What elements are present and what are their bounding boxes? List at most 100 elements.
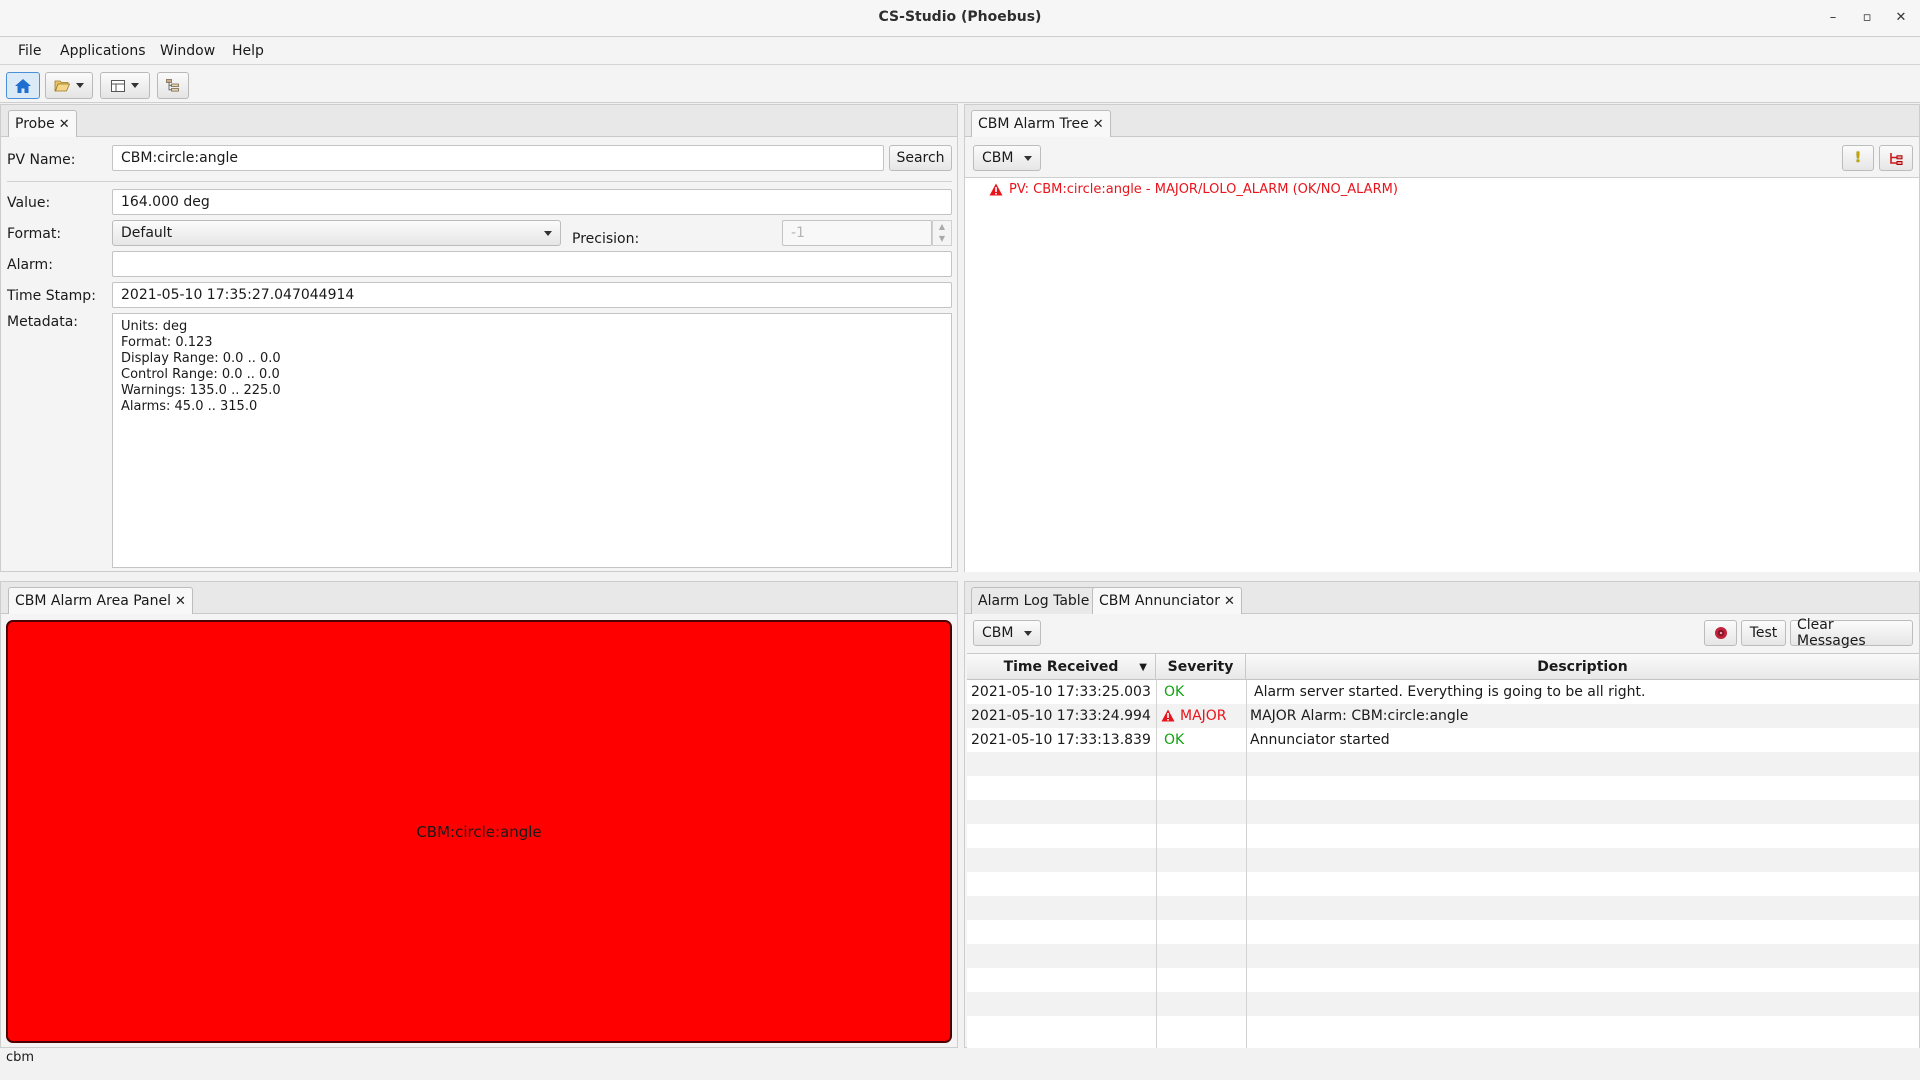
tab-label: CBM Alarm Area Panel xyxy=(15,593,171,609)
chevron-down-icon xyxy=(131,83,139,88)
close-icon[interactable]: ✕ xyxy=(1224,594,1235,609)
menu-bar: File Applications Window Help xyxy=(0,38,1920,65)
format-label: Format: xyxy=(7,226,62,242)
layout-menu-button[interactable] xyxy=(100,72,150,99)
chevron-down-icon xyxy=(1024,155,1032,161)
metadata-textarea[interactable]: Units: deg Format: 0.123 Display Range: … xyxy=(112,313,952,568)
empty-row xyxy=(967,776,1919,800)
metadata-line: Units: deg xyxy=(121,319,188,334)
empty-row xyxy=(967,920,1919,944)
close-icon[interactable]: ✕ xyxy=(59,117,70,132)
column-severity[interactable]: Severity xyxy=(1156,654,1246,680)
alarm-tree-button[interactable] xyxy=(157,72,189,99)
annunciator-tabstrip: Alarm Log Table CBM Annunciator ✕ xyxy=(965,582,1919,614)
metadata-line: Format: 0.123 xyxy=(121,335,213,350)
minimize-button[interactable]: – xyxy=(1822,8,1844,28)
tree-item[interactable]: PV: CBM:circle:angle - MAJOR/LOLO_ALARM … xyxy=(989,182,1398,197)
annunciator-table: Time Received ▼ Severity Description 202… xyxy=(967,653,1919,1048)
empty-row xyxy=(967,800,1919,824)
metadata-line: Control Range: 0.0 .. 0.0 xyxy=(121,367,280,382)
tab-label: CBM Annunciator xyxy=(1099,593,1220,609)
home-button[interactable] xyxy=(6,72,40,99)
config-value: CBM xyxy=(982,150,1014,166)
status-text: cbm xyxy=(6,1050,35,1065)
tab-cbm-alarm-tree[interactable]: CBM Alarm Tree ✕ xyxy=(971,110,1111,137)
empty-row xyxy=(967,824,1919,848)
severity-cell: OK xyxy=(1164,732,1185,748)
time-cell: 2021-05-10 17:33:25.003 xyxy=(971,684,1151,700)
precision-input[interactable]: -1 xyxy=(782,220,932,246)
timestamp-field[interactable]: 2021-05-10 17:35:27.047044914 xyxy=(112,282,952,308)
empty-row xyxy=(967,872,1919,896)
alarm-tree-tabstrip: CBM Alarm Tree ✕ xyxy=(965,105,1919,137)
search-button[interactable]: Search xyxy=(889,145,952,171)
empty-row xyxy=(967,944,1919,968)
tab-label: CBM Alarm Tree xyxy=(978,116,1089,132)
open-menu-button[interactable] xyxy=(45,72,93,99)
close-icon[interactable]: ✕ xyxy=(175,594,186,609)
chevron-down-icon xyxy=(1024,630,1032,636)
show-active-alarms-button[interactable]: ! xyxy=(1842,145,1874,171)
tab-label: Probe xyxy=(15,116,55,132)
close-icon[interactable]: ✕ xyxy=(1093,117,1104,132)
time-cell: 2021-05-10 17:33:24.994 xyxy=(971,708,1151,724)
severity-cell: MAJOR xyxy=(1180,708,1227,724)
exclamation-icon: ! xyxy=(1854,150,1862,166)
menu-help[interactable]: Help xyxy=(232,43,264,59)
tab-cbm-alarm-area-panel[interactable]: CBM Alarm Area Panel ✕ xyxy=(8,587,193,614)
sort-descending-icon: ▼ xyxy=(1139,661,1147,673)
format-value: Default xyxy=(121,225,173,241)
alarm-area-block[interactable]: CBM:circle:angle xyxy=(6,620,952,1043)
alarm-tree-view: PV: CBM:circle:angle - MAJOR/LOLO_ALARM … xyxy=(965,177,1919,572)
annunciator-config-select[interactable]: CBM xyxy=(973,620,1041,646)
mute-button[interactable] xyxy=(1704,620,1737,646)
metadata-label: Metadata: xyxy=(7,314,79,330)
folder-open-icon xyxy=(54,80,70,92)
test-button[interactable]: Test xyxy=(1741,620,1786,646)
precision-spinner[interactable]: ▲ ▼ xyxy=(932,220,952,246)
warning-triangle-icon xyxy=(989,183,1003,196)
empty-row xyxy=(967,848,1919,872)
empty-row xyxy=(967,992,1919,1016)
alarm-config-select[interactable]: CBM xyxy=(973,145,1041,171)
metadata-line: Alarms: 45.0 .. 315.0 xyxy=(121,399,258,414)
table-row[interactable]: 2021-05-10 17:33:25.003 OK Alarm server … xyxy=(967,680,1919,704)
menu-window[interactable]: Window xyxy=(160,43,215,59)
chevron-down-icon xyxy=(76,83,84,88)
tree-icon xyxy=(165,79,179,92)
probe-pane: Probe ✕ PV Name: CBM:circle:angle Search… xyxy=(0,104,958,572)
alarm-label: Alarm: xyxy=(7,257,53,273)
empty-row xyxy=(967,752,1919,776)
menu-file[interactable]: File xyxy=(18,43,41,59)
column-time-received[interactable]: Time Received ▼ xyxy=(967,654,1156,680)
title-bar: CS-Studio (Phoebus) – ▫ ✕ xyxy=(0,0,1920,37)
column-description[interactable]: Description xyxy=(1246,654,1919,680)
pv-name-input[interactable]: CBM:circle:angle xyxy=(112,145,884,171)
empty-row xyxy=(967,968,1919,992)
window-title: CS-Studio (Phoebus) xyxy=(878,9,1042,25)
menu-applications[interactable]: Applications xyxy=(60,43,146,59)
tab-cbm-annunciator[interactable]: CBM Annunciator ✕ xyxy=(1092,587,1242,614)
area-label: CBM:circle:angle xyxy=(416,822,542,841)
table-row[interactable]: 2021-05-10 17:33:24.994 MAJOR MAJOR Alar… xyxy=(967,704,1919,728)
table-row[interactable]: 2021-05-10 17:33:13.839 OK Annunciator s… xyxy=(967,728,1919,752)
alarm-field[interactable] xyxy=(112,251,952,277)
format-select[interactable]: Default xyxy=(112,220,561,246)
time-cell: 2021-05-10 17:33:13.839 xyxy=(971,732,1151,748)
empty-row xyxy=(967,896,1919,920)
tab-probe[interactable]: Probe ✕ xyxy=(8,110,77,137)
status-bar: cbm xyxy=(0,1048,1920,1080)
config-value: CBM xyxy=(982,625,1014,641)
metadata-line: Display Range: 0.0 .. 0.0 xyxy=(121,351,281,366)
alarm-tree-pane: CBM Alarm Tree ✕ CBM ! PV: CBM:circle:an… xyxy=(964,104,1920,572)
precision-label: Precision: xyxy=(572,231,640,247)
pv-name-label: PV Name: xyxy=(7,152,76,168)
area-panel-tabstrip: CBM Alarm Area Panel ✕ xyxy=(1,582,957,614)
clear-messages-button[interactable]: Clear Messages xyxy=(1790,617,1913,649)
tab-alarm-log-table[interactable]: Alarm Log Table xyxy=(971,587,1097,614)
value-field[interactable]: 164.000 deg xyxy=(112,189,952,215)
warning-triangle-icon xyxy=(1161,709,1175,722)
close-window-button[interactable]: ✕ xyxy=(1890,8,1912,28)
expand-tree-button[interactable] xyxy=(1879,145,1913,171)
maximize-button[interactable]: ▫ xyxy=(1856,8,1878,28)
